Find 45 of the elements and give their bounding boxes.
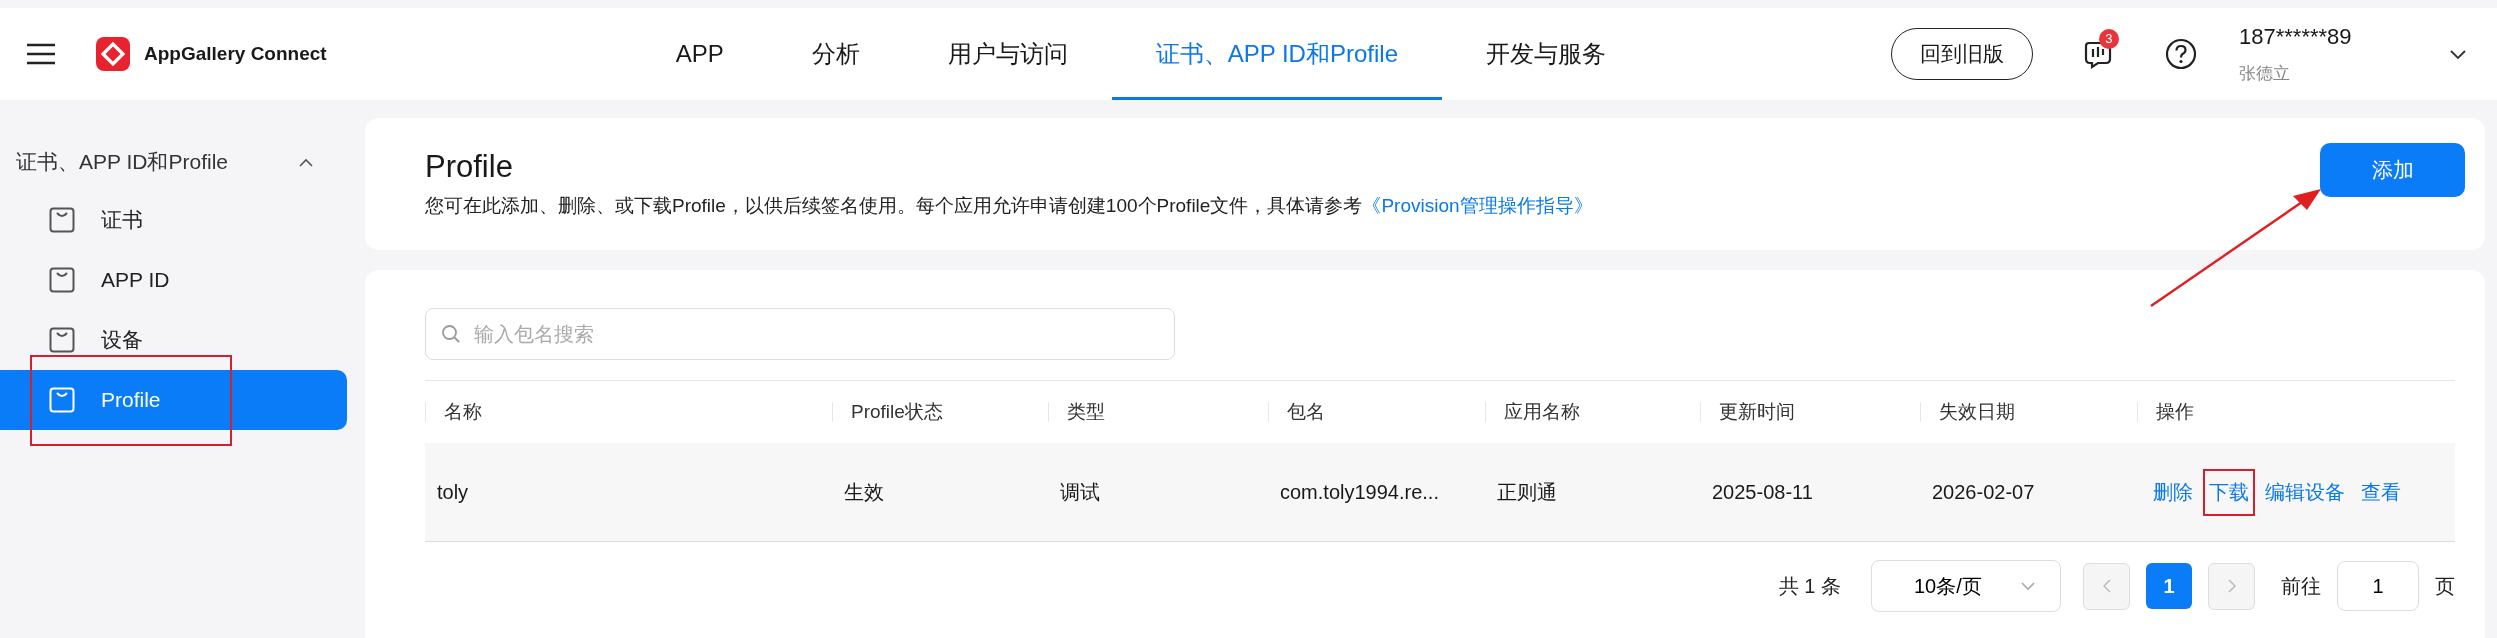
nav-tab[interactable]: 证书、APP ID和Profile — [1111, 8, 1442, 100]
table-cell-text: 2025-08-11 — [1711, 480, 1814, 504]
sidebar-item[interactable]: Profile — [0, 370, 347, 430]
table-cell-text: toly — [436, 480, 470, 504]
table-cell-text: 生效 — [843, 479, 885, 505]
table-cell-text: 正则通 — [1496, 479, 1558, 505]
nav-tab[interactable]: 分析 — [767, 8, 904, 100]
action-link[interactable]: 编辑设备 — [2261, 470, 2349, 514]
action-link[interactable]: 下载 — [2205, 470, 2253, 514]
page-unit: 页 — [2435, 573, 2455, 599]
old-version-button[interactable]: 回到旧版 — [1891, 28, 2033, 80]
app-name: AppGallery Connect — [144, 43, 327, 65]
column-header: 操作 — [2137, 402, 2455, 422]
column-header: 更新时间 — [1700, 402, 1920, 422]
column-header: 包名 — [1268, 402, 1485, 422]
page-input[interactable]: 1 — [2337, 561, 2419, 611]
action-link[interactable]: 删除 — [2149, 470, 2197, 514]
page-size-select[interactable]: 10条/页 — [1871, 560, 2061, 612]
column-header: 失效日期 — [1920, 402, 2137, 422]
sidebar-item[interactable]: APP ID — [0, 250, 347, 310]
sidebar-item[interactable]: 证书 — [0, 190, 347, 250]
user-phone: 187******89 — [2239, 23, 2352, 50]
table-cell-text: 调试 — [1059, 479, 1101, 505]
page-number[interactable]: 1 — [2146, 563, 2192, 609]
column-header: 应用名称 — [1485, 402, 1700, 422]
search-field[interactable]: 输入包名搜索 — [425, 308, 1175, 360]
page-title: Profile — [425, 149, 514, 185]
notification-badge: 3 — [2099, 29, 2119, 49]
user-name: 张德立 — [2239, 62, 2291, 85]
total-count: 共 1 条 — [1778, 573, 1841, 599]
add-button[interactable]: 添加 — [2320, 143, 2465, 197]
column-header: 名称 — [425, 402, 832, 422]
table-cell-text: 2026-02-07 — [1931, 480, 2036, 504]
nav-tab[interactable]: 用户与访问 — [903, 8, 1112, 100]
action-link[interactable]: 查看 — [2357, 470, 2405, 514]
column-header: 类型 — [1048, 402, 1268, 422]
goto-label: 前往 — [2281, 573, 2321, 599]
guide-link[interactable]: 《Provision管理操作指导》 — [1362, 195, 1593, 216]
column-header: Profile状态 — [832, 402, 1048, 422]
sidebar-group[interactable]: 证书、APP ID和Profile — [0, 144, 228, 180]
nav-tab[interactable]: 开发与服务 — [1442, 8, 1650, 100]
nav-tab[interactable]: APP — [631, 8, 768, 100]
page-description: 您可在此添加、删除、或下载Profile，以供后续签名使用。每个应用允许申请创建100个Profile文件，具体请参考《Provision管理操作指导》 — [425, 194, 1594, 218]
sidebar-item[interactable]: 设备 — [0, 310, 347, 370]
table-cell-text: com.toly1994.re... — [1279, 480, 1440, 504]
